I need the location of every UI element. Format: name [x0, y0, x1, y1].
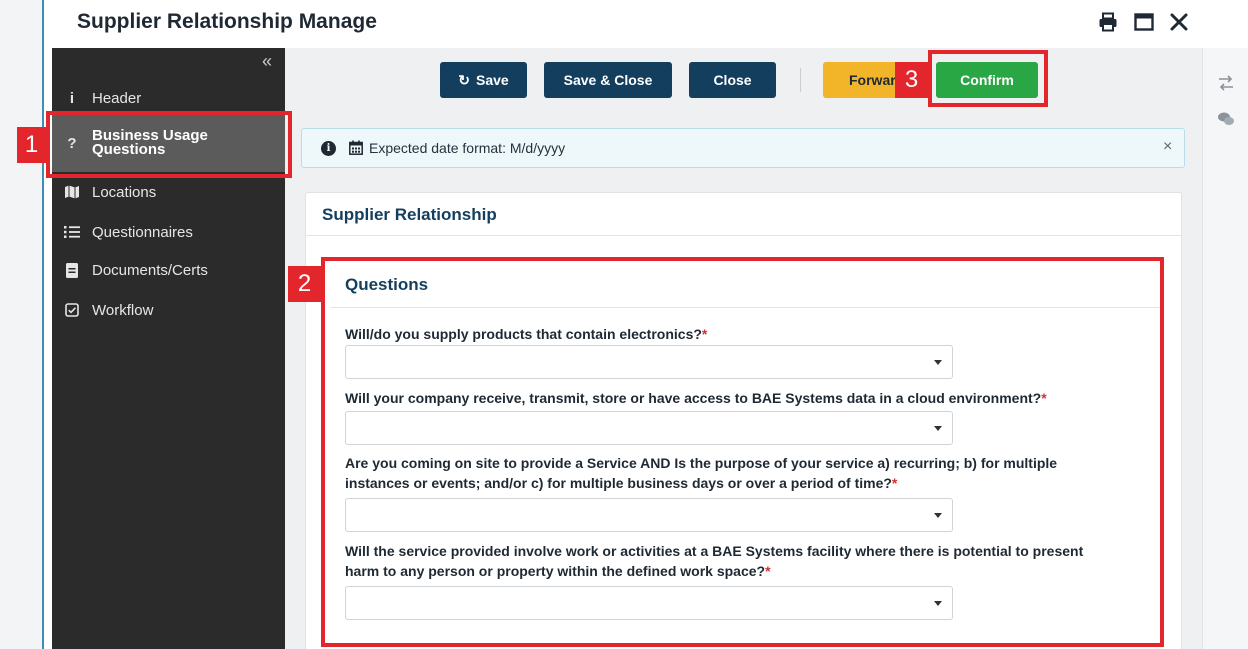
sidebar-item-header[interactable]: i Header — [52, 84, 285, 112]
calendar-icon — [349, 140, 363, 155]
save-button[interactable]: ↻ Save — [440, 62, 527, 98]
list-icon — [52, 225, 92, 239]
sidebar-item-label: Header — [92, 89, 142, 107]
modal-title-bar: Supplier Relationship Manage — [44, 0, 1248, 48]
close-button[interactable]: Close — [689, 62, 776, 98]
annotation-badge-2: 2 — [288, 266, 321, 302]
map-icon — [52, 185, 92, 199]
sidebar-item-label: Workflow — [92, 301, 154, 319]
annotation-box-2 — [321, 257, 1164, 647]
swap-arrows-icon[interactable] — [1217, 74, 1235, 92]
sidebar-item-questionnaires[interactable]: Questionnaires — [52, 218, 285, 246]
maximize-icon[interactable] — [1133, 11, 1155, 33]
card-header: Supplier Relationship — [306, 193, 1181, 236]
screen: Supplier Relationship Manage « i Header … — [0, 0, 1248, 649]
sidebar-item-label: Documents/Certs — [92, 261, 208, 279]
refresh-icon: ↻ — [458, 71, 471, 88]
info-icon: i — [69, 89, 75, 107]
close-icon[interactable] — [1168, 11, 1190, 33]
comments-icon[interactable] — [1217, 110, 1235, 128]
annotation-box-3 — [928, 50, 1048, 107]
sidebar-item-label: Questionnaires — [92, 223, 193, 241]
annotation-badge-3: 3 — [895, 62, 928, 98]
right-tool-strip — [1202, 48, 1248, 649]
sidebar-item-label: Locations — [92, 183, 157, 201]
card-title: Supplier Relationship — [322, 205, 497, 224]
save-and-close-button[interactable]: Save & Close — [544, 62, 672, 98]
date-format-banner: i Expected date format: M/d/yyyy × — [301, 128, 1185, 168]
annotation-box-1 — [46, 111, 292, 178]
info-circle-icon: i — [321, 141, 336, 156]
double-chevron-left-icon[interactable]: « — [262, 52, 272, 70]
modal-title: Supplier Relationship Manage — [77, 10, 377, 33]
checkbox-icon — [52, 303, 92, 317]
annotation-badge-1: 1 — [17, 127, 46, 163]
toolbar-divider — [800, 68, 801, 92]
document-icon — [52, 262, 92, 278]
background-page-strip — [0, 0, 44, 649]
print-icon[interactable] — [1097, 11, 1119, 33]
sidebar-item-locations[interactable]: Locations — [52, 178, 285, 206]
sidebar-item-workflow[interactable]: Workflow — [52, 296, 285, 324]
sidebar-item-documents-certs[interactable]: Documents/Certs — [52, 256, 285, 284]
banner-close-icon[interactable]: × — [1163, 138, 1172, 156]
date-format-text: Expected date format: M/d/yyyy — [369, 140, 566, 156]
